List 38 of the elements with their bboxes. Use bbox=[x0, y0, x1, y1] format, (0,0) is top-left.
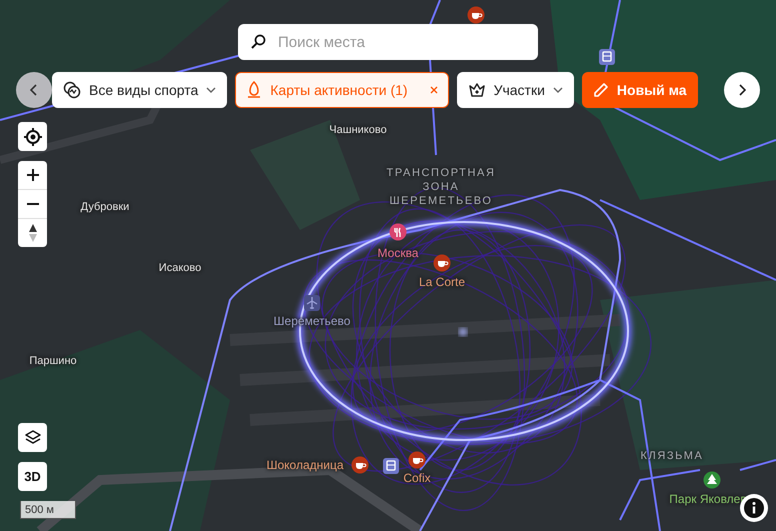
bus-icon[interactable] bbox=[382, 457, 400, 475]
layers-icon bbox=[24, 428, 42, 446]
layers-button[interactable] bbox=[18, 423, 47, 452]
map-label: Дубровки bbox=[80, 201, 130, 213]
search-field[interactable]: Поиск места bbox=[238, 24, 538, 60]
chevron-left-icon bbox=[30, 84, 38, 96]
cafe-icon[interactable] bbox=[433, 254, 451, 272]
bus-icon[interactable] bbox=[598, 48, 616, 66]
map-label: La Corte bbox=[418, 275, 466, 289]
cafe-icon[interactable] bbox=[351, 456, 369, 474]
search-icon bbox=[250, 34, 266, 50]
3d-button[interactable]: 3D bbox=[18, 462, 47, 491]
plus-icon bbox=[26, 169, 38, 181]
map-label: Шоколадница bbox=[266, 458, 344, 472]
pencil-icon bbox=[592, 82, 609, 98]
crosshair-icon bbox=[22, 126, 42, 146]
map-label: Москва bbox=[378, 246, 418, 260]
compass-icon bbox=[28, 224, 38, 242]
tree-icon[interactable] bbox=[703, 471, 721, 489]
filter-chip[interactable]: Все виды спорта bbox=[52, 72, 228, 108]
cafe-icon[interactable] bbox=[408, 451, 426, 469]
chevron-down-icon bbox=[552, 87, 563, 93]
flame-icon bbox=[246, 81, 262, 99]
sport-icon bbox=[63, 81, 81, 99]
restaurant-icon[interactable] bbox=[389, 223, 407, 241]
scale-bar: 500 м bbox=[20, 501, 76, 519]
chevron-right-icon bbox=[738, 84, 746, 96]
map-label: Исаково bbox=[158, 262, 202, 274]
filter-chip[interactable]: Участки bbox=[456, 72, 574, 108]
close-icon[interactable] bbox=[430, 86, 438, 94]
map-label: Cofix bbox=[403, 471, 431, 485]
map-label: Паршино bbox=[29, 355, 77, 367]
cafe-icon[interactable] bbox=[467, 6, 485, 24]
chevron-down-icon bbox=[206, 87, 216, 93]
locate-button[interactable] bbox=[18, 122, 47, 151]
airplane-icon[interactable] bbox=[303, 294, 321, 312]
map-label: Чашниково bbox=[329, 124, 387, 136]
crown-icon bbox=[468, 82, 486, 98]
